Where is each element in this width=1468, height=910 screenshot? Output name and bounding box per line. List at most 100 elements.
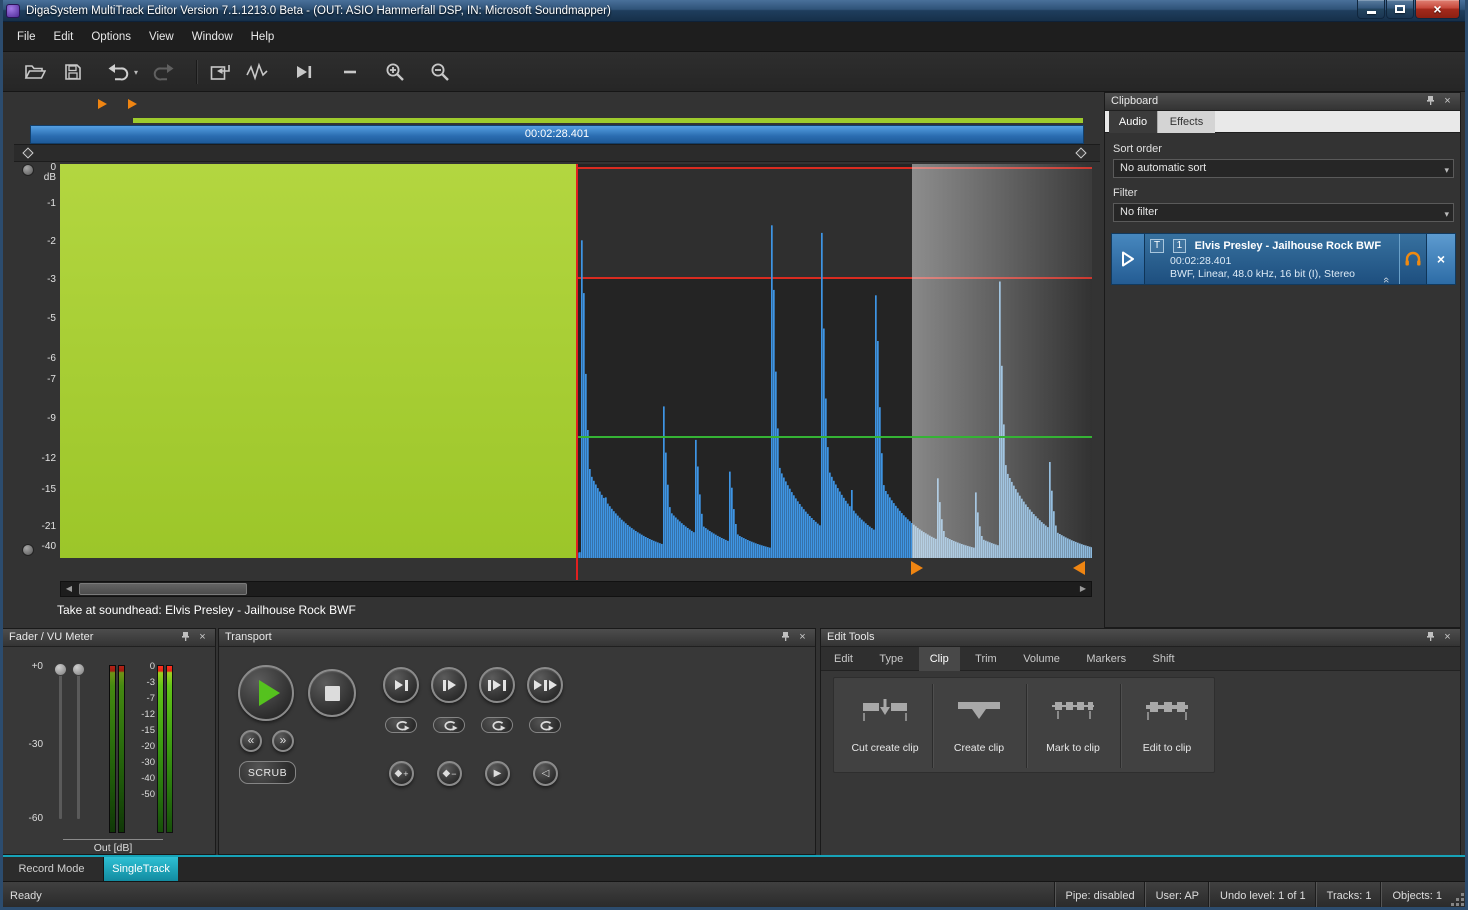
menu-edit[interactable]: Edit [45, 27, 83, 47]
waveform-canvas[interactable] [60, 164, 1092, 558]
play-to-mark-button[interactable] [383, 667, 419, 703]
play-between-marks-button[interactable] [479, 667, 515, 703]
undo-button[interactable] [104, 58, 132, 86]
maximize-button[interactable] [1386, 0, 1414, 19]
loop-button[interactable] [433, 717, 465, 733]
undo-dropdown[interactable]: ▾ [130, 58, 142, 86]
open-button[interactable] [21, 58, 49, 86]
cut-create-clip-button[interactable]: Cut create clip [842, 686, 928, 766]
play-icon [1121, 251, 1135, 267]
resize-grip[interactable] [1461, 903, 1464, 906]
tab-edit[interactable]: Edit [823, 647, 864, 671]
play-from-mark-button[interactable] [431, 667, 467, 703]
create-clip-label: Create clip [936, 742, 1022, 754]
mark-to-clip-button[interactable]: Mark to clip [1030, 686, 1116, 766]
horizontal-scrollbar[interactable]: ◀ ▶ [60, 581, 1092, 597]
overview-position-bar[interactable]: 00:02:28.401 [30, 125, 1084, 144]
playhead[interactable] [576, 164, 578, 580]
zoom-in-button[interactable] [381, 58, 409, 86]
bar-icon [405, 680, 408, 691]
loop-button[interactable] [481, 717, 513, 733]
tab-volume[interactable]: Volume [1012, 647, 1071, 671]
tab-record-mode[interactable]: Record Mode [0, 857, 104, 881]
pin-icon [781, 631, 790, 642]
scrollbar-thumb[interactable] [79, 583, 247, 595]
entry-remove-button[interactable]: × [1426, 234, 1455, 284]
filter-select[interactable]: No filter ▾ [1113, 203, 1454, 222]
entry-play-button[interactable] [1112, 234, 1145, 284]
undo-icon [107, 62, 129, 82]
mark-in-icon[interactable] [911, 561, 923, 575]
menu-file[interactable]: File [8, 27, 45, 47]
scroll-right-button[interactable]: ▶ [1075, 582, 1091, 596]
pin-button[interactable] [178, 631, 193, 645]
redo-button[interactable] [150, 58, 178, 86]
edit-marker-lane[interactable] [60, 558, 1092, 580]
scrub-button[interactable]: SCRUB [239, 761, 296, 784]
range-lane[interactable] [14, 144, 1100, 162]
panel-close-button[interactable]: × [195, 631, 210, 645]
pin-button[interactable] [1423, 631, 1438, 645]
save-button[interactable] [59, 58, 87, 86]
panel-close-button[interactable]: × [1440, 95, 1455, 109]
close-icon: × [1433, 1, 1441, 17]
tab-clip[interactable]: Clip [919, 647, 960, 671]
tools-separator [1120, 684, 1121, 768]
add-mark-button[interactable]: ◆+ [389, 761, 414, 786]
stop-button[interactable] [308, 669, 356, 717]
pin-icon [1426, 631, 1435, 642]
entry-prelisten-button[interactable] [1399, 234, 1426, 284]
loop-button[interactable] [385, 717, 417, 733]
overview-marker-lane[interactable] [14, 92, 1100, 116]
tab-effects[interactable]: Effects [1157, 111, 1215, 133]
goto-marker-button[interactable] [291, 58, 319, 86]
overview-marker-icon[interactable] [128, 99, 137, 109]
tab-shift[interactable]: Shift [1142, 647, 1186, 671]
volume-envelope-line[interactable] [577, 436, 1092, 438]
play-around-mark-button[interactable] [527, 667, 563, 703]
menu-options[interactable]: Options [82, 27, 140, 47]
remove-mark-button[interactable]: ◆− [437, 761, 462, 786]
entry-main[interactable]: T 1 Elvis Presley - Jailhouse Rock BWF 0… [1145, 234, 1399, 284]
tab-markers[interactable]: Markers [1075, 647, 1137, 671]
scroll-left-button[interactable]: ◀ [61, 582, 77, 596]
pin-button[interactable] [778, 631, 793, 645]
sort-order-select[interactable]: No automatic sort ▾ [1113, 159, 1454, 178]
create-clip-button[interactable]: Create clip [936, 686, 1022, 766]
next-mark-button[interactable]: ▶ [485, 761, 510, 786]
panel-close-button[interactable]: × [795, 631, 810, 645]
fader-track-right[interactable] [77, 671, 80, 819]
fader-knob-left[interactable] [54, 663, 67, 676]
pin-button[interactable] [1423, 95, 1438, 109]
vu-scale-label: -50 [141, 790, 155, 800]
clipboard-entry[interactable]: T 1 Elvis Presley - Jailhouse Rock BWF 0… [1111, 233, 1456, 285]
minimize-button[interactable] [1357, 0, 1385, 19]
zoom-out-button[interactable] [426, 58, 454, 86]
range-handle-left[interactable] [22, 147, 33, 158]
rewind-button[interactable]: « [240, 730, 262, 752]
close-button[interactable]: × [1415, 0, 1460, 19]
entry-collapse-icon[interactable]: « [1380, 277, 1392, 283]
loop-button[interactable] [529, 717, 561, 733]
transfer-button[interactable] [206, 58, 234, 86]
play-button[interactable] [238, 665, 294, 721]
tab-audio[interactable]: Audio [1109, 111, 1157, 133]
panel-close-button[interactable]: × [1440, 631, 1455, 645]
overview-marker-icon[interactable] [98, 99, 107, 109]
remove-button[interactable] [336, 58, 364, 86]
fader-knob-right[interactable] [72, 663, 85, 676]
edit-to-clip-button[interactable]: Edit to clip [1124, 686, 1210, 766]
tab-type[interactable]: Type [868, 647, 914, 671]
previous-mark-button[interactable]: ◁ [533, 761, 558, 786]
selected-region[interactable] [60, 164, 577, 558]
mark-out-icon[interactable] [1073, 561, 1085, 575]
tab-singletrack[interactable]: SingleTrack [104, 857, 178, 881]
menu-view[interactable]: View [140, 27, 183, 47]
tab-trim[interactable]: Trim [964, 647, 1008, 671]
fader-track-left[interactable] [59, 671, 62, 819]
forward-button[interactable]: » [272, 730, 294, 752]
range-handle-right[interactable] [1075, 147, 1086, 158]
waveform-tool-button[interactable] [243, 58, 271, 86]
menu-help[interactable]: Help [242, 27, 284, 47]
menu-window[interactable]: Window [183, 27, 242, 47]
